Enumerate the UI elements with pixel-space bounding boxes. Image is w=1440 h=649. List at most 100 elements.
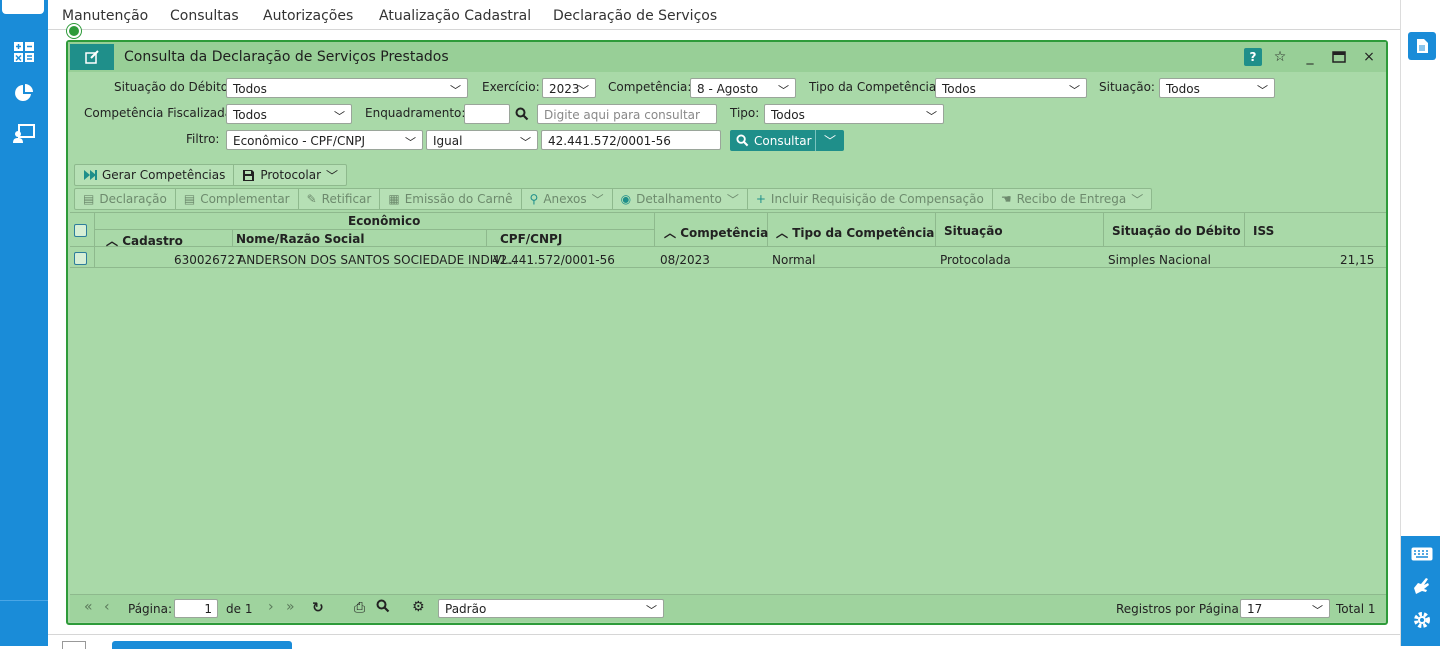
top-menu-bar: Manutenção Consultas Autorizações Atuali… bbox=[48, 0, 1400, 30]
chevron-down-icon: ﹀ bbox=[1131, 192, 1144, 207]
pie-chart-icon[interactable] bbox=[12, 81, 36, 105]
column-cadastro[interactable]: ︿ Cadastro bbox=[106, 232, 183, 249]
chevron-down-icon: ﹀ bbox=[326, 168, 339, 183]
competencia-fiscalizada-select[interactable]: Todos ﹀ bbox=[226, 104, 352, 124]
pencil-icon: ✎ bbox=[306, 192, 317, 206]
document-icon[interactable] bbox=[1408, 32, 1436, 60]
taskbar-active-tab[interactable] bbox=[112, 641, 292, 649]
cell-competencia: 08/2023 bbox=[660, 253, 710, 267]
menu-manutencao[interactable]: Manutenção bbox=[62, 8, 148, 24]
search-icon[interactable] bbox=[376, 599, 390, 616]
user-screen-icon[interactable] bbox=[12, 122, 36, 146]
prev-page-icon[interactable]: ‹ bbox=[104, 599, 110, 615]
column-nome[interactable]: Nome/Razão Social bbox=[236, 232, 364, 246]
print-icon[interactable]: ⎙ bbox=[354, 600, 365, 616]
chevron-down-icon: ﹀ bbox=[450, 84, 461, 97]
consultar-button[interactable]: Consultar ﹀ bbox=[730, 130, 844, 151]
exercicio-select[interactable]: 2023 ﹀ bbox=[542, 78, 596, 98]
chevron-down-icon: ﹀ bbox=[520, 136, 531, 149]
tipo-competencia-label: Tipo da Competência: bbox=[809, 80, 941, 94]
gerar-competencias-button[interactable]: Gerar Competências bbox=[75, 165, 235, 185]
column-iss[interactable]: ISS bbox=[1253, 224, 1274, 238]
page-total-label: de 1 bbox=[226, 602, 253, 616]
column-situacao[interactable]: Situação bbox=[944, 224, 1003, 238]
hand-icon: ☚ bbox=[1000, 192, 1012, 206]
column-tipo-competencia[interactable]: ︿ Tipo da Competência bbox=[776, 224, 934, 241]
tipo-competencia-select[interactable]: Todos ﹀ bbox=[935, 78, 1087, 98]
filtro-value-input[interactable]: 42.441.572/0001-56 bbox=[541, 130, 721, 150]
sort-up-icon: ︿ bbox=[106, 234, 119, 248]
tipo-select[interactable]: Todos ﹀ bbox=[764, 104, 944, 124]
chevron-down-icon[interactable]: ﹀ bbox=[816, 132, 844, 149]
archive-icon: ▤ bbox=[183, 192, 196, 206]
menu-declaracao-servicos[interactable]: Declaração de Serviços bbox=[553, 8, 717, 24]
detalhamento-button[interactable]: ◉ Detalhamento ﹀ bbox=[613, 189, 748, 209]
situacao-debito-select[interactable]: Todos ﹀ bbox=[226, 78, 468, 98]
cell-tipo-competencia: Normal bbox=[772, 253, 816, 267]
sort-up-icon: ︿ bbox=[664, 226, 677, 240]
favorite-star-icon[interactable]: ☆ bbox=[1271, 48, 1289, 66]
column-situacao-debito[interactable]: Situação do Débito bbox=[1112, 224, 1241, 238]
competencia-select[interactable]: 8 - Agosto ﹀ bbox=[690, 78, 796, 98]
taskbar-square[interactable] bbox=[62, 641, 86, 649]
consulta-window: Consulta da Declaração de Serviços Prest… bbox=[66, 40, 1388, 625]
fast-forward-icon bbox=[84, 170, 97, 180]
last-page-icon[interactable]: » bbox=[286, 599, 295, 615]
search-icon[interactable] bbox=[510, 104, 534, 124]
primary-toolbar: Gerar Competências Protocolar ﹀ bbox=[74, 164, 348, 186]
retificar-button[interactable]: ✎ Retificar bbox=[299, 189, 381, 209]
recibo-entrega-button[interactable]: ☚ Recibo de Entrega ﹀ bbox=[993, 189, 1151, 209]
cell-situacao: Protocolada bbox=[940, 253, 1011, 267]
chevron-down-icon: ﹀ bbox=[646, 604, 657, 617]
protocolar-button[interactable]: Protocolar ﹀ bbox=[234, 165, 346, 185]
refresh-icon[interactable]: ↻ bbox=[312, 600, 324, 616]
row-checkbox[interactable] bbox=[74, 252, 87, 265]
window-titlebar: Consulta da Declaração de Serviços Prest… bbox=[68, 42, 1386, 72]
complementar-button[interactable]: ▤ Complementar bbox=[176, 189, 299, 209]
situacao-label: Situação: bbox=[1099, 80, 1155, 94]
per-page-select[interactable]: 17 ﹀ bbox=[1240, 599, 1330, 618]
file-icon: ▦ bbox=[388, 192, 400, 206]
minimize-button[interactable]: _ bbox=[1301, 48, 1319, 66]
help-button[interactable]: ? bbox=[1244, 48, 1262, 66]
enquadramento-search-input[interactable]: Digite aqui para consultar bbox=[537, 104, 717, 124]
cell-iss: 21,15 bbox=[1340, 253, 1375, 267]
gear-icon[interactable]: ⚙ bbox=[412, 599, 425, 615]
settings-icon[interactable] bbox=[1408, 606, 1436, 634]
next-page-icon[interactable]: › bbox=[268, 599, 274, 615]
per-page-label: Registros por Página: bbox=[1116, 602, 1243, 616]
incluir-requisicao-button[interactable]: + Incluir Requisição de Compensação bbox=[748, 189, 993, 209]
column-competencia[interactable]: ︿ Competência bbox=[664, 224, 768, 241]
filtro-operator-select[interactable]: Igual ﹀ bbox=[426, 130, 538, 150]
menu-autorizacoes[interactable]: Autorizações bbox=[263, 8, 353, 24]
consultar-label: Consultar bbox=[754, 133, 812, 148]
filtro-field-select[interactable]: Econômico - CPF/CNPJ ﹀ bbox=[226, 130, 423, 150]
calculator-icon[interactable] bbox=[12, 40, 36, 64]
maximize-button[interactable] bbox=[1330, 48, 1348, 66]
sign-language-icon[interactable] bbox=[1408, 572, 1436, 600]
emissao-carne-button[interactable]: ▦ Emissão do Carnê bbox=[380, 189, 522, 209]
bottom-taskbar bbox=[48, 634, 1400, 649]
anexos-button[interactable]: ⚲ Anexos ﹀ bbox=[522, 189, 613, 209]
keyboard-icon[interactable] bbox=[1408, 540, 1436, 568]
first-page-icon[interactable]: « bbox=[84, 599, 93, 615]
page-label: Página: bbox=[128, 602, 173, 616]
cell-cadastro: 630026727 bbox=[174, 253, 243, 267]
secondary-toolbar: ▤ Declaração ▤ Complementar ✎ Retificar ▦ Em… bbox=[74, 188, 1153, 210]
enquadramento-label: Enquadramento: bbox=[365, 106, 466, 120]
layout-select[interactable]: Padrão ﹀ bbox=[438, 599, 664, 618]
select-all-checkbox[interactable] bbox=[74, 224, 87, 237]
left-rail bbox=[0, 0, 48, 646]
search-icon bbox=[736, 134, 749, 147]
enquadramento-code-input[interactable] bbox=[464, 104, 510, 124]
chevron-down-icon: ﹀ bbox=[1312, 604, 1323, 617]
menu-atualizacao-cadastral[interactable]: Atualização Cadastral bbox=[379, 8, 531, 24]
close-button[interactable]: × bbox=[1360, 48, 1378, 66]
declaracao-button[interactable]: ▤ Declaração bbox=[75, 189, 176, 209]
pin-icon[interactable] bbox=[67, 24, 81, 38]
situacao-select[interactable]: Todos ﹀ bbox=[1159, 78, 1275, 98]
menu-consultas[interactable]: Consultas bbox=[170, 8, 239, 24]
column-cpf[interactable]: CPF/CNPJ bbox=[500, 232, 562, 246]
app-logo[interactable] bbox=[2, 0, 44, 14]
page-input[interactable]: 1 bbox=[174, 599, 218, 618]
